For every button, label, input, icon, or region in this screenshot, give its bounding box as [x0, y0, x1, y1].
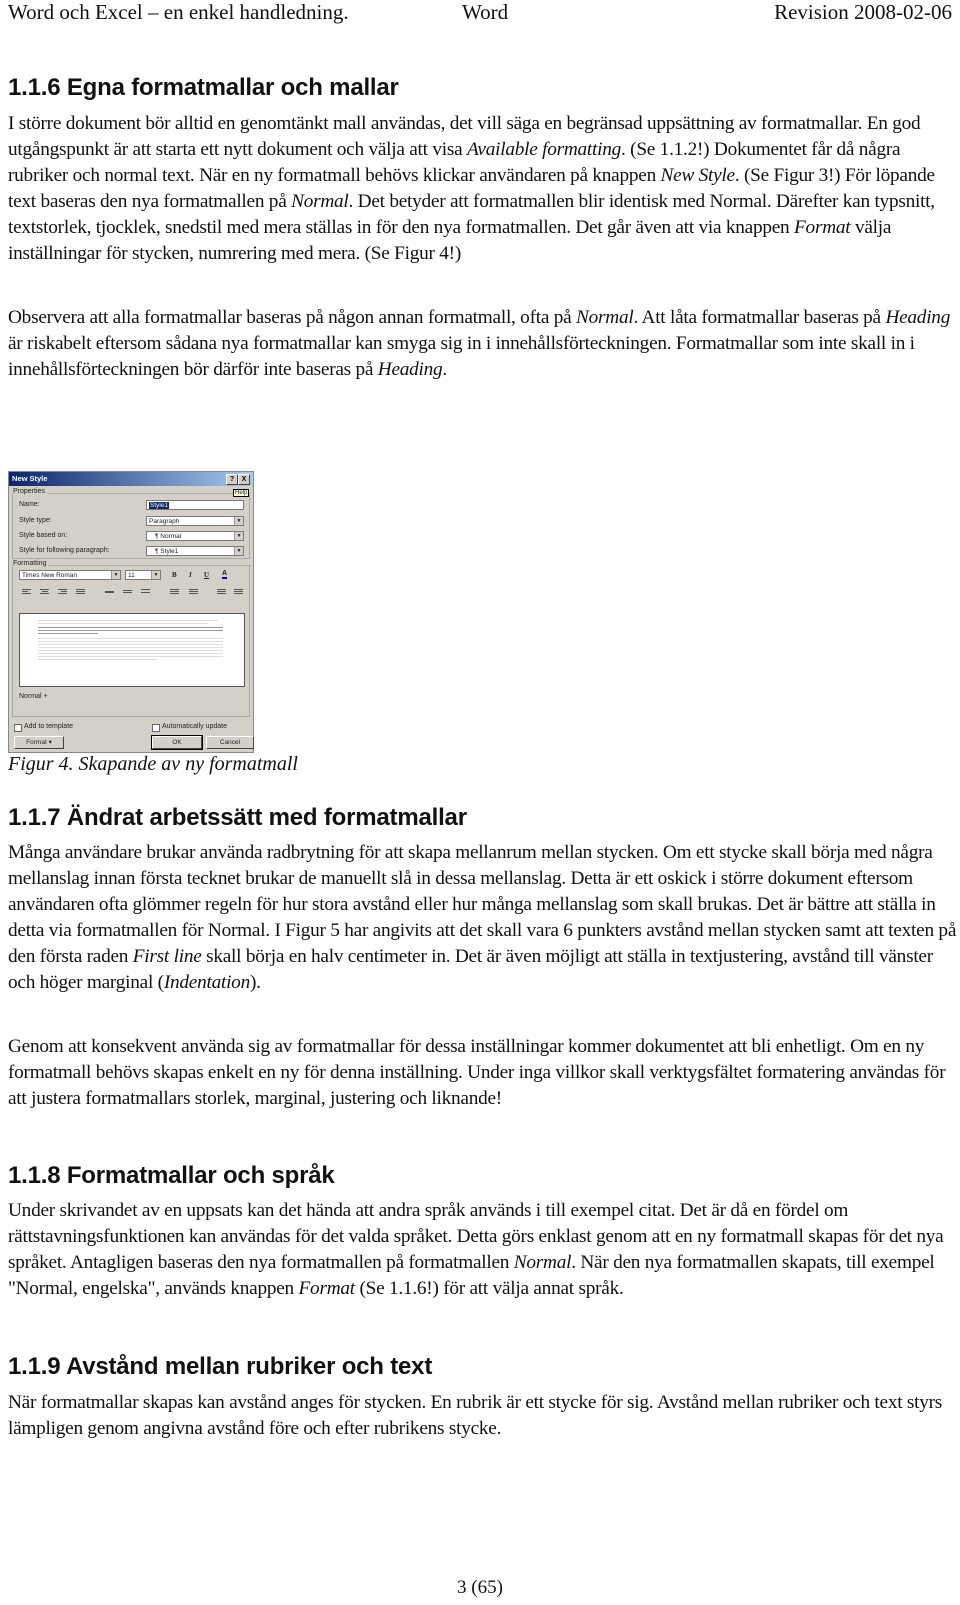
- auto-update-checkbox: [152, 724, 160, 732]
- header-doc-title: Word och Excel – en enkel handledning.: [8, 0, 349, 24]
- properties-label: Properties: [13, 488, 47, 495]
- chevron-down-icon: ▼: [151, 571, 160, 579]
- emphasized-term: Heading: [377, 359, 443, 380]
- text-run: När formatmallar skapas kan avstånd ange…: [8, 1392, 943, 1439]
- figure-caption: Figur 4. Skapande av ny formatmall: [8, 753, 298, 775]
- space-before-icon: [170, 589, 179, 596]
- align-right-icon: [58, 589, 67, 596]
- format-button: Format ▾: [14, 736, 64, 749]
- chevron-down-icon: ▼: [234, 532, 243, 540]
- emphasized-term: Available formatting: [466, 139, 622, 160]
- justify-icon: [76, 589, 85, 596]
- chevron-down-icon: ▼: [234, 517, 243, 525]
- formatting-label: Formatting: [13, 560, 49, 567]
- double-spacing-icon: [141, 589, 150, 596]
- style-type-label: Style type:: [19, 517, 52, 524]
- help-tooltip: Help: [233, 489, 250, 497]
- text-run: Observera att alla formatmallar baseras …: [8, 307, 577, 328]
- section-heading-1-1-6: 1.1.6 Egna formatmallar och mallar: [8, 74, 399, 101]
- text-run: .: [442, 359, 447, 380]
- dialog-titlebar: New Style ? X: [9, 472, 253, 486]
- chevron-down-icon: ▼: [234, 547, 243, 555]
- emphasized-term: First line: [132, 946, 202, 967]
- text-run: Genom att konsekvent använda sig av form…: [8, 1036, 946, 1109]
- section-heading-1-1-7: 1.1.7 Ändrat arbetssätt med formatmallar: [8, 804, 467, 831]
- emphasized-term: Normal: [576, 307, 634, 328]
- close-icon: X: [238, 474, 250, 485]
- text-run: . Att låta formatmallar baseras på: [633, 307, 886, 328]
- help-icon: ?: [226, 474, 238, 485]
- align-left-icon: [22, 589, 31, 596]
- emphasized-term: Format: [298, 1278, 356, 1299]
- page-header: Word och Excel – en enkel handledning. W…: [0, 0, 960, 28]
- name-label: Name:: [19, 501, 40, 508]
- style-type-select: Paragraph ▼: [146, 516, 244, 526]
- italic-icon: I: [189, 571, 192, 579]
- paragraph: Observera att alla formatmallar baseras …: [8, 305, 958, 383]
- paragraph: Under skrivandet av en uppsats kan det h…: [8, 1198, 958, 1302]
- cancel-button: Cancel: [206, 736, 254, 749]
- header-revision: Revision 2008-02-06: [774, 0, 952, 24]
- add-to-template-label: Add to template: [24, 723, 74, 730]
- text-run: (Se 1.1.6!) för att välja annat språk.: [354, 1278, 624, 1299]
- style-preview: [19, 613, 245, 687]
- name-field: Style1: [146, 500, 244, 510]
- dialog-title: New Style: [12, 474, 48, 483]
- based-on-select: ¶ Normal ▼: [146, 531, 244, 541]
- based-on-label: Style based on:: [19, 532, 68, 539]
- new-style-dialog-screenshot: New Style ? X Properties Help Name: Styl…: [8, 471, 254, 753]
- emphasized-term: Normal: [513, 1252, 572, 1273]
- one-half-spacing-icon: [123, 590, 132, 597]
- section-heading-1-1-8: 1.1.8 Formatmallar och språk: [8, 1162, 335, 1189]
- paragraph: Genom att konsekvent använda sig av form…: [8, 1034, 958, 1112]
- chevron-down-icon: ▼: [111, 571, 120, 579]
- ok-button: OK: [151, 735, 203, 750]
- emphasized-term: Format: [794, 217, 851, 238]
- following-paragraph-label: Style for following paragraph:: [19, 547, 110, 554]
- section-heading-1-1-9: 1.1.9 Avstånd mellan rubriker och text: [8, 1353, 433, 1380]
- font-select: Times New Roman ▼: [19, 570, 121, 580]
- emphasized-term: New Style: [660, 165, 736, 186]
- decrease-indent-icon: [217, 589, 226, 596]
- page-number: 3 (65): [457, 1577, 503, 1598]
- paragraph: I större dokument bör alltid en genomtän…: [8, 111, 958, 267]
- following-paragraph-select: ¶ Style1 ▼: [146, 546, 244, 556]
- style-description: Normal +: [19, 693, 48, 700]
- font-color-icon: A: [222, 570, 228, 579]
- align-center-icon: [40, 589, 49, 596]
- single-spacing-icon: [105, 591, 114, 598]
- emphasized-term: Normal: [291, 191, 349, 212]
- paragraph: Många användare brukar använda radbrytni…: [8, 840, 958, 996]
- auto-update-label: Automatically update: [162, 723, 227, 730]
- underline-icon: U: [204, 571, 210, 579]
- add-to-template-checkbox: [14, 724, 22, 732]
- bold-icon: B: [172, 571, 177, 579]
- emphasized-term: Indentation: [163, 972, 250, 993]
- paragraph: När formatmallar skapas kan avstånd ange…: [8, 1390, 958, 1442]
- increase-indent-icon: [234, 589, 243, 596]
- font-size-select: 11 ▼: [125, 570, 161, 580]
- text-run: ).: [249, 972, 261, 993]
- text-run: är riskabelt eftersom sådana nya formatm…: [8, 333, 915, 380]
- header-section: Word: [462, 0, 509, 24]
- emphasized-term: Heading: [885, 307, 951, 328]
- space-after-icon: [189, 589, 198, 596]
